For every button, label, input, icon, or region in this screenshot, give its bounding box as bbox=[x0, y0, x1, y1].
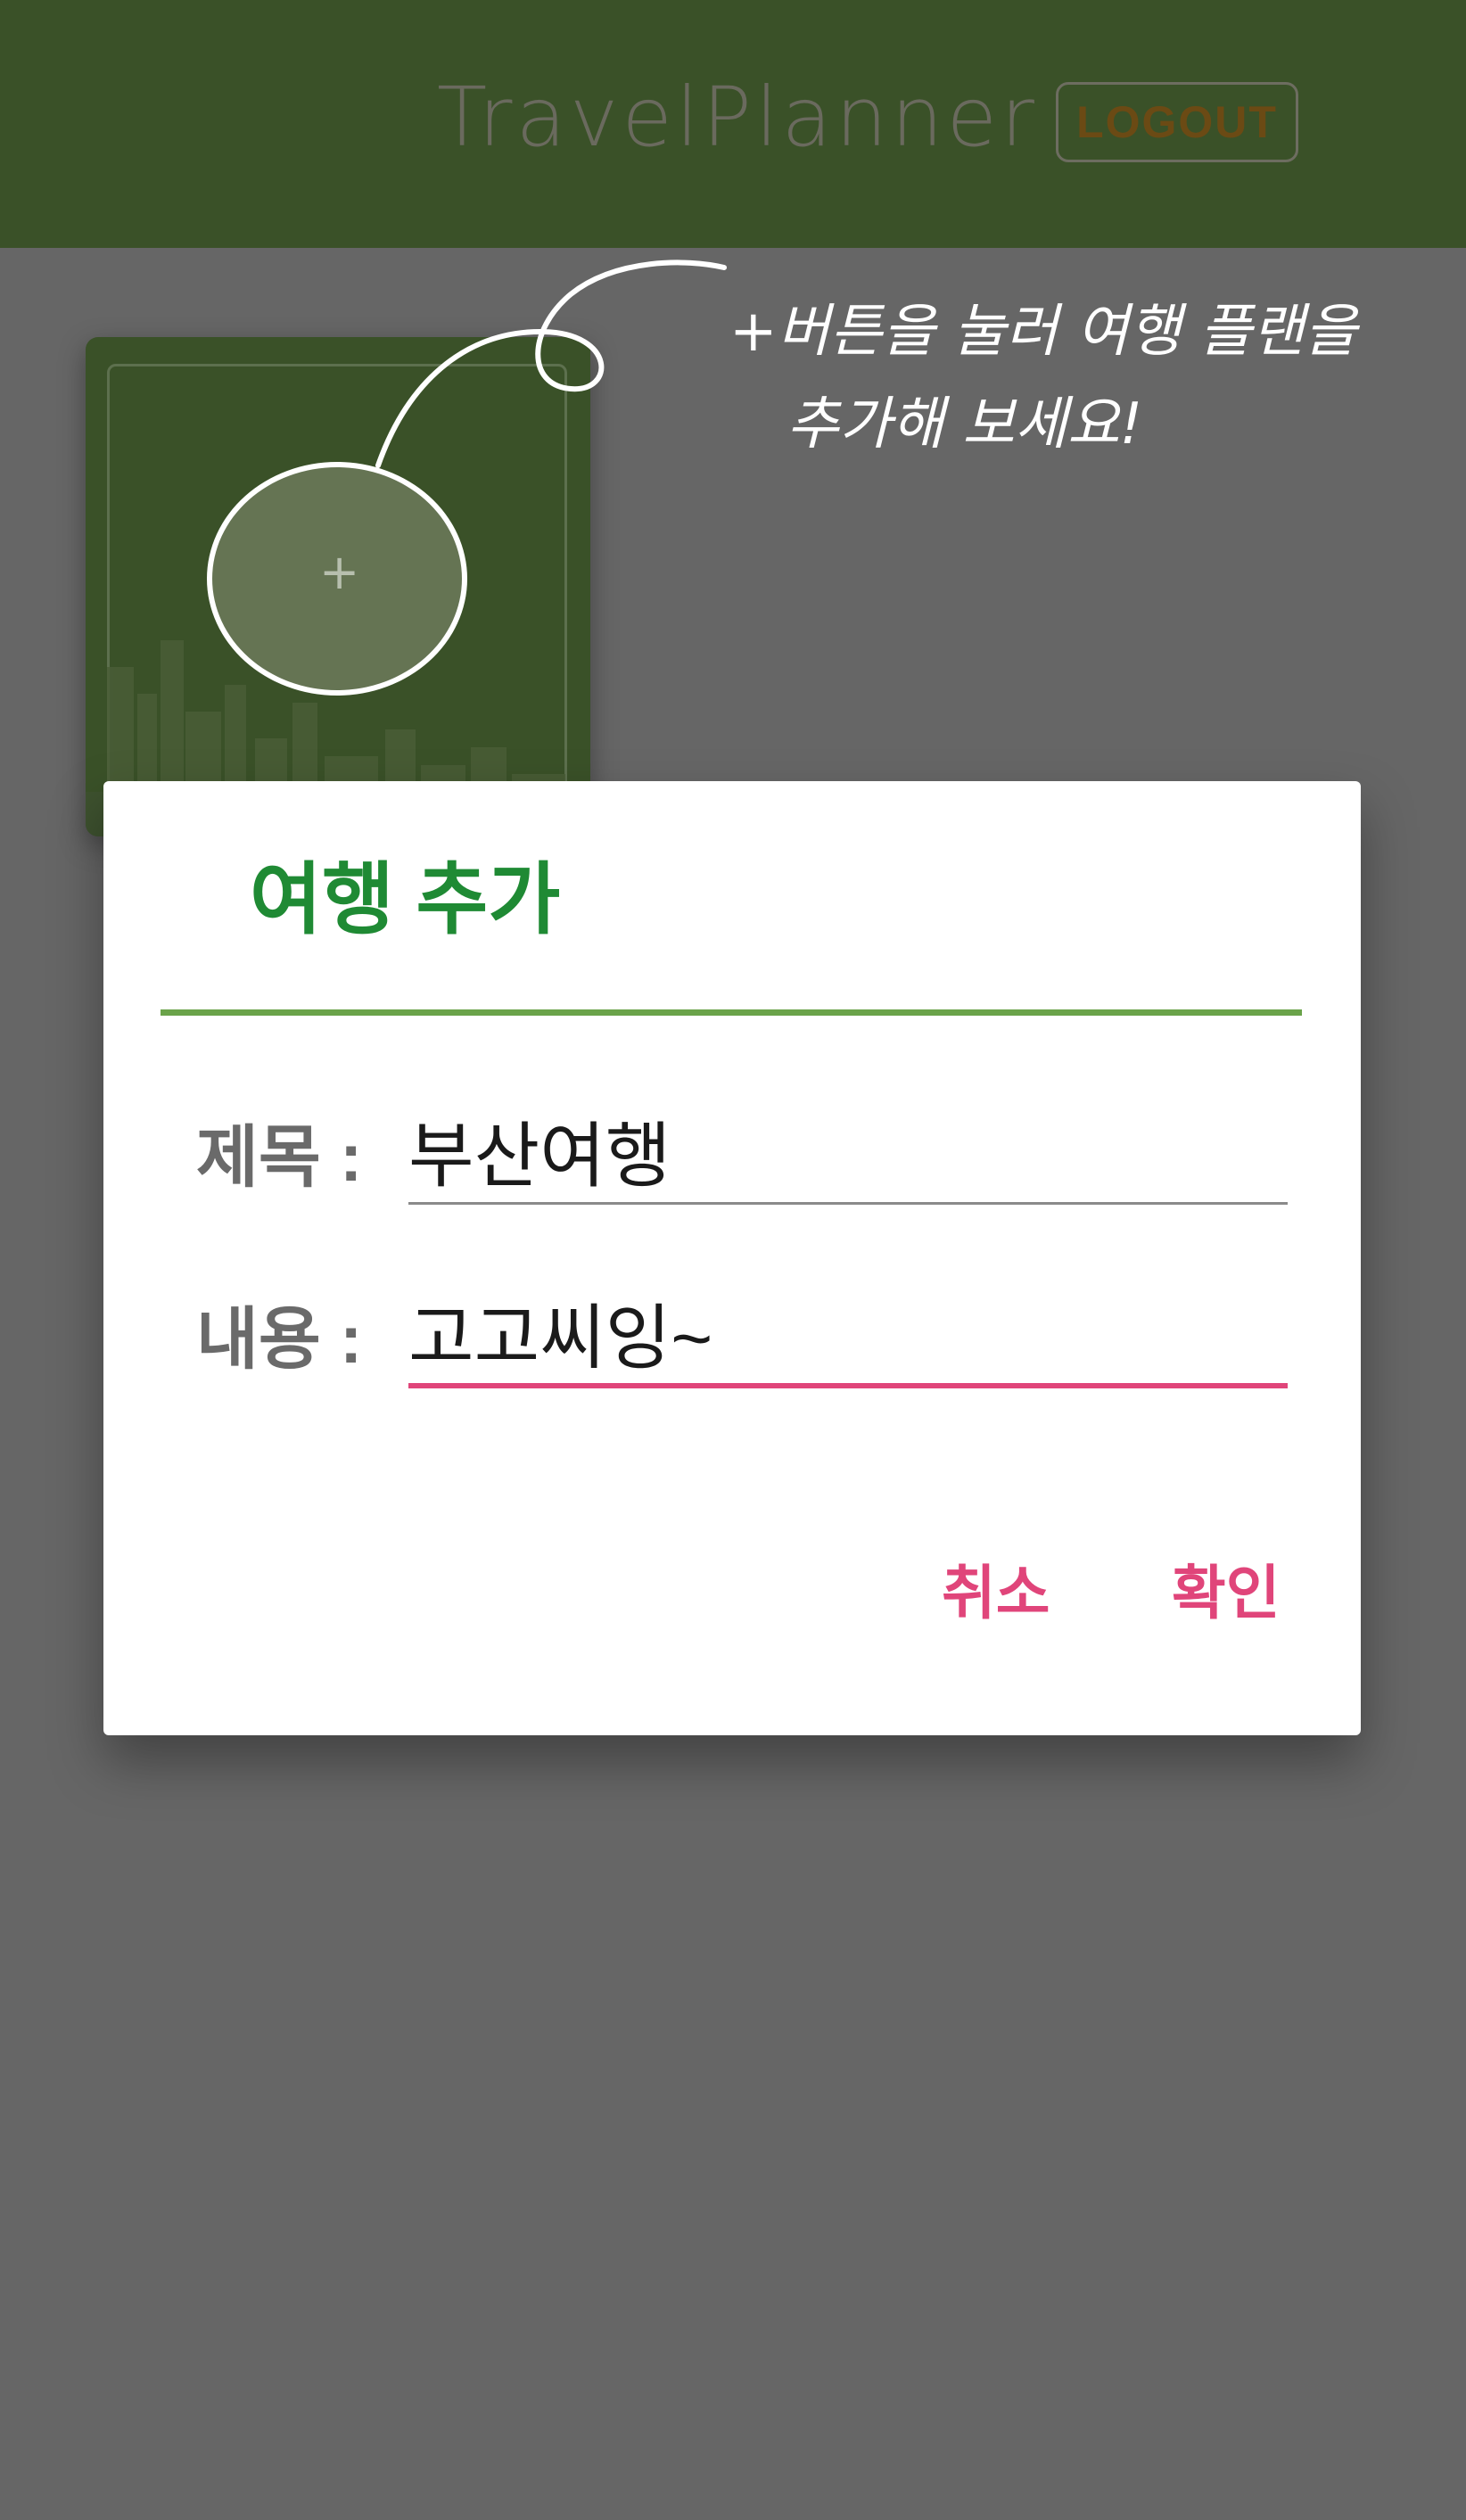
content-input-underline bbox=[408, 1383, 1288, 1388]
dialog-title: 여행 추가 bbox=[250, 855, 561, 943]
content-input[interactable] bbox=[408, 1298, 1288, 1379]
plus-icon[interactable]: + bbox=[319, 548, 359, 597]
add-trip-dialog: 여행 추가 제목 : 내용 : 취소 확인 bbox=[103, 781, 1361, 1735]
app-title: TravelPlanner bbox=[437, 70, 1038, 165]
title-input[interactable] bbox=[408, 1116, 1288, 1197]
hint-line-1: +버튼을 눌러 여행 플랜을 bbox=[729, 299, 1357, 365]
dialog-divider bbox=[161, 1009, 1302, 1016]
cancel-button[interactable]: 취소 bbox=[942, 1557, 1050, 1628]
title-input-underline bbox=[408, 1202, 1288, 1205]
confirm-button[interactable]: 확인 bbox=[1172, 1557, 1280, 1628]
hint-text: +버튼을 눌러 여행 플랜을 추가해 보세요! bbox=[729, 285, 1443, 471]
content-label: 내용 : bbox=[196, 1302, 363, 1378]
title-label: 제목 : bbox=[196, 1120, 363, 1196]
app-header: TravelPlanner LOGOUT bbox=[0, 0, 1466, 248]
logout-button[interactable]: LOGOUT bbox=[1056, 82, 1298, 162]
hint-line-2: 추가해 보세요! bbox=[787, 391, 1143, 457]
